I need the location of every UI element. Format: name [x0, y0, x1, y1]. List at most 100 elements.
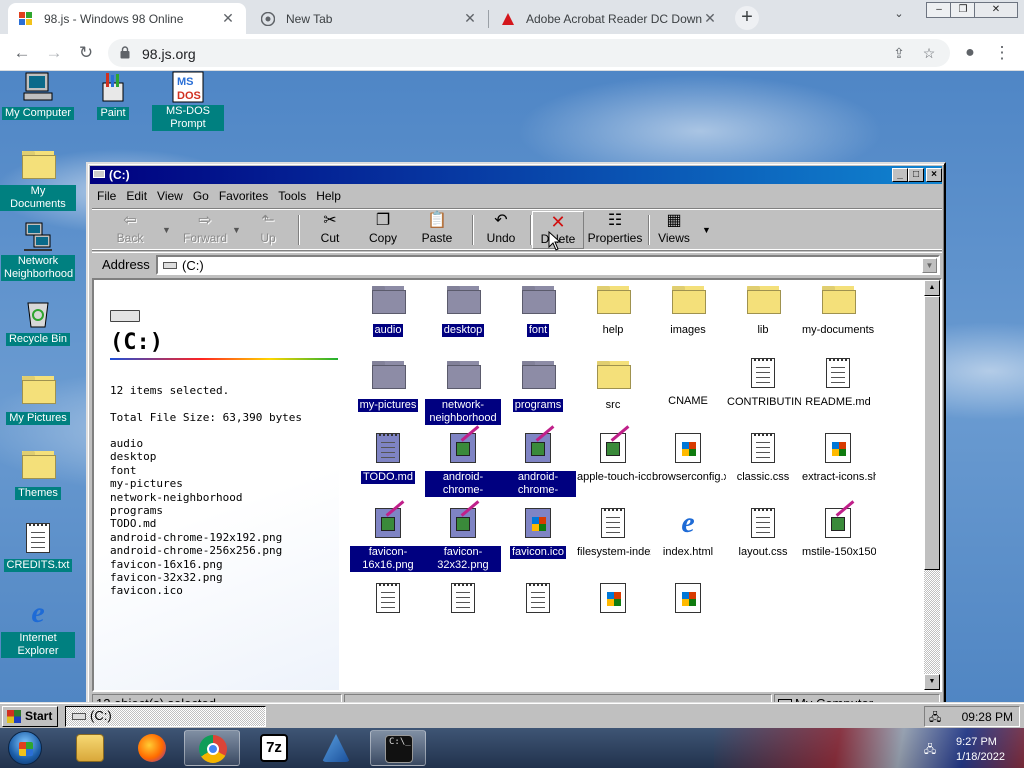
file-item[interactable]: android-chrome-256x256.png	[500, 425, 576, 504]
tab-adobe[interactable]: Adobe Acrobat Reader DC Down ✕	[490, 3, 728, 34]
explorer-window[interactable]: (C:) _ □ × File Edit View Go Favorites T…	[86, 162, 946, 718]
menu-tools[interactable]: Tools	[273, 186, 311, 206]
desktop-icon-my-pictures[interactable]: My Pictures	[0, 372, 76, 425]
file-item[interactable]: audio	[350, 282, 426, 354]
tray-clock[interactable]: 09:28 PM	[962, 710, 1013, 724]
menu-help[interactable]: Help	[311, 186, 346, 206]
minimize-window-button[interactable]: ‒	[926, 2, 952, 18]
scroll-down-button[interactable]: ▼	[924, 674, 940, 690]
maximize-button[interactable]: □	[908, 168, 924, 182]
minimize-button[interactable]: _	[892, 168, 908, 182]
restore-window-button[interactable]: ❐	[950, 2, 976, 18]
up-button[interactable]: ⬑ Up	[248, 211, 288, 249]
file-item[interactable]: extract-icons.sh	[800, 432, 876, 504]
tab-close-icon[interactable]: ✕	[702, 10, 718, 27]
desktop-icon-themes[interactable]: Themes	[0, 447, 76, 500]
properties-button[interactable]: ☷ Properties	[586, 211, 644, 249]
folder-view[interactable]: (C:) 12 items selected. Total File Size:…	[92, 278, 942, 692]
new-tab-button[interactable]: +	[735, 6, 759, 30]
forward-dropdown-icon[interactable]: ▼	[232, 225, 241, 235]
scroll-up-button[interactable]: ▲	[924, 280, 940, 296]
back-arrow-icon[interactable]: ←	[10, 41, 34, 65]
address-dropdown-icon[interactable]: ▼	[922, 258, 937, 273]
host-clock-time[interactable]: 9:27 PM	[956, 736, 997, 748]
pin-firefox[interactable]	[124, 730, 180, 766]
undo-button[interactable]: ↶ Undo	[476, 211, 526, 249]
file-item[interactable]: README.md	[800, 357, 876, 429]
desktop-icon-network-neighborhood[interactable]: Network Neighborhood	[0, 221, 76, 281]
windows98-desktop[interactable]: My Computer Paint MS DOS MS-DOS Prompt My…	[0, 71, 1024, 727]
pin-command-prompt[interactable]: C:\_	[370, 730, 426, 766]
tab-search-chevron-icon[interactable]: ⌄	[888, 7, 910, 27]
network-tray-icon[interactable]: 🖧	[929, 709, 947, 724]
pin-file-explorer[interactable]	[62, 730, 118, 766]
file-item[interactable]: favicon-16x16.png	[350, 500, 426, 579]
scroll-thumb[interactable]	[924, 296, 940, 570]
pin-chrome[interactable]	[184, 730, 240, 766]
tab-98js[interactable]: 98.js - Windows 98 Online ✕	[8, 3, 246, 34]
tab-close-icon[interactable]: ✕	[462, 10, 478, 27]
profile-avatar-icon[interactable]: ●	[958, 41, 982, 65]
forward-arrow-icon[interactable]: →	[42, 41, 66, 65]
file-item[interactable]: e index.html	[650, 507, 726, 579]
window-title-bar[interactable]: (C:) _ □ ×	[90, 166, 942, 184]
pin-7zip[interactable]: 7z	[246, 730, 302, 766]
win7-start-orb[interactable]	[8, 731, 42, 765]
file-item[interactable]: browserconfig.xml	[650, 432, 726, 504]
file-item[interactable]: images	[650, 282, 726, 354]
desktop-icon-internet-explorer[interactable]: e Internet Explorer	[0, 597, 76, 658]
address-input[interactable]: (C:) ▼	[156, 255, 940, 275]
file-item[interactable]: favicon-32x32.png	[425, 500, 501, 579]
close-button[interactable]: ×	[926, 168, 942, 182]
tab-new-tab[interactable]: New Tab ✕	[250, 3, 488, 34]
file-item[interactable]: CONTRIBUTING.md	[725, 357, 801, 429]
file-item[interactable]: desktop	[425, 282, 501, 354]
file-item[interactable]: help	[575, 282, 651, 354]
cut-button[interactable]: ✂ Cut	[308, 211, 352, 249]
file-item[interactable]: src	[575, 357, 651, 429]
desktop-icon-recycle-bin[interactable]: Recycle Bin	[0, 297, 76, 346]
desktop-icon-my-computer[interactable]: My Computer	[0, 71, 76, 120]
file-item[interactable]: lib	[725, 282, 801, 354]
file-icon-grid[interactable]: audio desktop font help images lib my-document…	[350, 280, 930, 690]
menu-favorites[interactable]: Favorites	[214, 186, 273, 206]
file-item[interactable]	[425, 582, 501, 654]
file-item[interactable]: layout.css	[725, 507, 801, 579]
address-bar[interactable]: 98.js.org ⇪ ☆	[108, 39, 950, 67]
vertical-scrollbar[interactable]: ▲ ▼	[924, 280, 940, 690]
pin-app[interactable]	[308, 730, 364, 766]
file-item[interactable]: font	[500, 282, 576, 354]
file-item[interactable]: mstile-150x150.png	[800, 500, 876, 579]
menu-view[interactable]: View	[152, 186, 188, 206]
file-item[interactable]: filesystem-index.json	[575, 507, 651, 579]
host-clock-date[interactable]: 1/18/2022	[956, 751, 1005, 763]
paste-button[interactable]: 📋 Paste	[412, 211, 462, 249]
file-item[interactable]: programs	[500, 357, 576, 429]
desktop-icon-my-documents[interactable]: My Documents	[0, 147, 76, 211]
desktop-icon-paint[interactable]: Paint	[75, 71, 151, 120]
taskbar-button-c-drive[interactable]: (C:)	[65, 706, 266, 727]
file-item[interactable]: my-documents	[800, 282, 876, 354]
menu-file[interactable]: File	[92, 186, 121, 206]
file-item[interactable]: android-chrome-192x192.png	[425, 425, 501, 504]
file-item[interactable]	[350, 582, 426, 654]
back-dropdown-icon[interactable]: ▼	[162, 225, 171, 235]
reload-icon[interactable]: ↻	[74, 41, 98, 65]
share-icon[interactable]: ⇪	[890, 45, 908, 63]
start-button[interactable]: Start	[2, 706, 58, 727]
file-item[interactable]	[500, 582, 576, 654]
file-item[interactable]: classic.css	[725, 432, 801, 504]
file-item[interactable]: apple-touch-icon.png	[575, 425, 651, 504]
file-item[interactable]: TODO.md	[350, 432, 426, 504]
file-item[interactable]: my-pictures	[350, 357, 426, 429]
close-window-button[interactable]: ✕	[974, 2, 1018, 18]
forward-button[interactable]: ⇨ Forward	[174, 211, 236, 249]
desktop-icon-credits[interactable]: CREDITS.txt	[0, 522, 76, 572]
menu-go[interactable]: Go	[188, 186, 214, 206]
tab-close-icon[interactable]: ✕	[220, 10, 236, 27]
file-item[interactable]: favicon.ico	[500, 507, 576, 579]
file-item[interactable]: network-neighborhood	[425, 357, 501, 429]
desktop-icon-msdos-prompt[interactable]: MS DOS MS-DOS Prompt	[150, 71, 226, 131]
copy-button[interactable]: ❐ Copy	[358, 211, 408, 249]
menu-kebab-icon[interactable]: ⋮	[990, 41, 1014, 65]
